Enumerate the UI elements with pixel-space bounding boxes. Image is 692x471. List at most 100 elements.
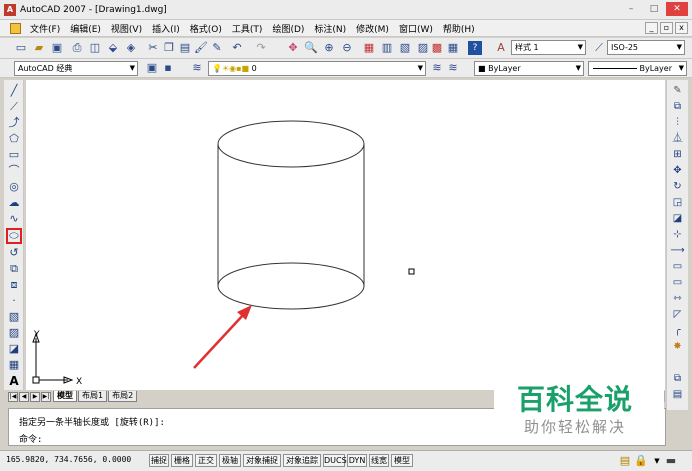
- new-icon[interactable]: ▭: [14, 41, 28, 55]
- layer-previous-icon[interactable]: ≋: [446, 61, 460, 75]
- dim-style-select[interactable]: ISO-25 ▼: [607, 40, 685, 55]
- menu-view[interactable]: 视图(V): [106, 22, 147, 35]
- communication-center-icon[interactable]: ▤: [618, 454, 632, 468]
- model-toggle[interactable]: 模型: [391, 454, 413, 467]
- drawing-area[interactable]: Y X: [26, 80, 665, 390]
- offset-icon[interactable]: ⏅: [670, 132, 685, 146]
- workspace-select[interactable]: AutoCAD 经典 ▼: [14, 61, 138, 76]
- tab-layout2[interactable]: 布局2: [108, 391, 138, 402]
- cylinder-top-ellipse[interactable]: [217, 120, 365, 168]
- explode-icon[interactable]: ✸: [670, 340, 685, 354]
- ortho-toggle[interactable]: 正交: [195, 454, 217, 467]
- menu-edit[interactable]: 编辑(E): [65, 22, 106, 35]
- prev-tab-button[interactable]: ◀: [19, 391, 29, 402]
- array-icon[interactable]: ⊞: [670, 148, 685, 162]
- color-select[interactable]: ■ ByLayer ▼: [474, 61, 584, 76]
- dim-style-icon[interactable]: ⟋: [592, 41, 606, 55]
- trim-icon[interactable]: ⊹: [670, 228, 685, 242]
- rectangle-icon[interactable]: ▭: [7, 148, 21, 162]
- polar-toggle[interactable]: 极轴: [219, 454, 241, 467]
- undo-icon[interactable]: ↶: [230, 41, 244, 55]
- circle-icon[interactable]: ◎: [7, 180, 21, 194]
- extra-toolbar-icon-2[interactable]: ▤: [670, 388, 685, 402]
- ellipse-arc-icon[interactable]: ↺: [7, 246, 21, 260]
- pan-icon[interactable]: ✥: [286, 41, 300, 55]
- copy-icon[interactable]: ⧉: [670, 100, 685, 114]
- rotate-icon[interactable]: ↻: [670, 180, 685, 194]
- block-editor-icon[interactable]: ✎: [210, 41, 224, 55]
- zoom-realtime-icon[interactable]: 🔍: [304, 41, 318, 55]
- properties-icon[interactable]: ▦: [362, 41, 376, 55]
- save-workspace-icon[interactable]: ▪: [161, 61, 175, 75]
- minimize-button[interactable]: –: [620, 2, 642, 16]
- redo-icon[interactable]: ↷: [254, 41, 268, 55]
- line-icon[interactable]: ╱: [7, 84, 21, 98]
- insert-block-icon[interactable]: ⧉: [7, 262, 21, 276]
- hatch-icon[interactable]: ▧: [7, 310, 21, 324]
- menu-dimension[interactable]: 标注(N): [309, 22, 351, 35]
- document-icon[interactable]: [10, 22, 21, 34]
- mirror-icon[interactable]: ⫶: [670, 116, 685, 130]
- coordinate-readout[interactable]: 165.9820, 734.7656, 0.0000: [6, 455, 131, 464]
- lineweight-toggle[interactable]: 线宽: [369, 454, 389, 467]
- gradient-icon[interactable]: ▨: [7, 326, 21, 340]
- make-block-icon[interactable]: ⧈: [7, 278, 21, 292]
- arc-icon[interactable]: ⌒: [7, 164, 21, 178]
- make-current-layer-icon[interactable]: ≋: [430, 61, 444, 75]
- scale-icon[interactable]: ◲: [670, 196, 685, 210]
- doc-close-button[interactable]: x: [675, 22, 688, 34]
- grid-toggle[interactable]: 栅格: [171, 454, 193, 467]
- menu-file[interactable]: 文件(F): [25, 22, 65, 35]
- doc-restore-button[interactable]: ▫: [660, 22, 673, 34]
- next-tab-button[interactable]: ▶: [30, 391, 40, 402]
- stretch-icon[interactable]: ◪: [670, 212, 685, 226]
- extend-icon[interactable]: ⟶: [670, 244, 685, 258]
- print-preview-icon[interactable]: ◫: [88, 41, 102, 55]
- clean-screen-icon[interactable]: ▬: [664, 454, 678, 468]
- snap-toggle[interactable]: 捕捉: [149, 454, 169, 467]
- first-tab-button[interactable]: |◀: [8, 391, 18, 402]
- region-icon[interactable]: ◪: [7, 342, 21, 356]
- table-icon[interactable]: ▦: [7, 358, 21, 372]
- break-icon[interactable]: ▭: [670, 276, 685, 290]
- multiline-text-icon[interactable]: A: [7, 374, 21, 388]
- join-icon[interactable]: ⇿: [670, 292, 685, 306]
- polyline-icon[interactable]: ⤴: [7, 116, 21, 130]
- zoom-window-icon[interactable]: ⊕: [322, 41, 336, 55]
- help-icon[interactable]: ?: [468, 41, 482, 55]
- ducs-toggle[interactable]: DUCS: [323, 454, 347, 467]
- text-style-icon[interactable]: A: [494, 41, 508, 55]
- design-center-icon[interactable]: ▥: [380, 41, 394, 55]
- 3d-dwf-icon[interactable]: ◈: [124, 41, 138, 55]
- polygon-icon[interactable]: ⬠: [7, 132, 21, 146]
- menu-window[interactable]: 窗口(W): [394, 22, 438, 35]
- close-button[interactable]: ✕: [666, 2, 688, 16]
- autocad-app-icon[interactable]: A: [4, 3, 16, 16]
- tool-palettes-icon[interactable]: ▧: [398, 41, 412, 55]
- spline-icon[interactable]: ∿: [7, 212, 21, 226]
- menu-tools[interactable]: 工具(T): [227, 22, 268, 35]
- revision-cloud-icon[interactable]: ☁: [7, 196, 21, 210]
- dyn-toggle[interactable]: DYN: [347, 454, 367, 467]
- menu-format[interactable]: 格式(O): [185, 22, 227, 35]
- zoom-previous-icon[interactable]: ⊖: [340, 41, 354, 55]
- break-at-point-icon[interactable]: ▭: [670, 260, 685, 274]
- fillet-icon[interactable]: ╭: [670, 324, 685, 338]
- command-prompt[interactable]: 命令:: [19, 432, 42, 445]
- save-icon[interactable]: ▣: [50, 41, 64, 55]
- markup-icon[interactable]: ▩: [430, 41, 444, 55]
- cylinder-bottom-ellipse[interactable]: [217, 262, 365, 310]
- open-icon[interactable]: ▰: [32, 41, 46, 55]
- status-menu-arrow-icon[interactable]: ▼: [650, 454, 664, 468]
- match-properties-icon[interactable]: 🖌: [194, 41, 208, 55]
- lock-icon[interactable]: 🔒: [634, 454, 648, 468]
- copy-clip-icon[interactable]: ❐: [162, 41, 176, 55]
- menu-draw[interactable]: 绘图(D): [267, 22, 309, 35]
- extra-toolbar-icon[interactable]: ⧉: [670, 372, 685, 386]
- calculator-icon[interactable]: ▦: [446, 41, 460, 55]
- tab-model[interactable]: 模型: [53, 391, 77, 402]
- otrack-toggle[interactable]: 对象追踪: [283, 454, 321, 467]
- layer-select[interactable]: 💡☀◉▪■ 0 ▼: [208, 61, 426, 76]
- erase-icon[interactable]: ✎: [670, 84, 685, 98]
- publish-icon[interactable]: ⬙: [106, 41, 120, 55]
